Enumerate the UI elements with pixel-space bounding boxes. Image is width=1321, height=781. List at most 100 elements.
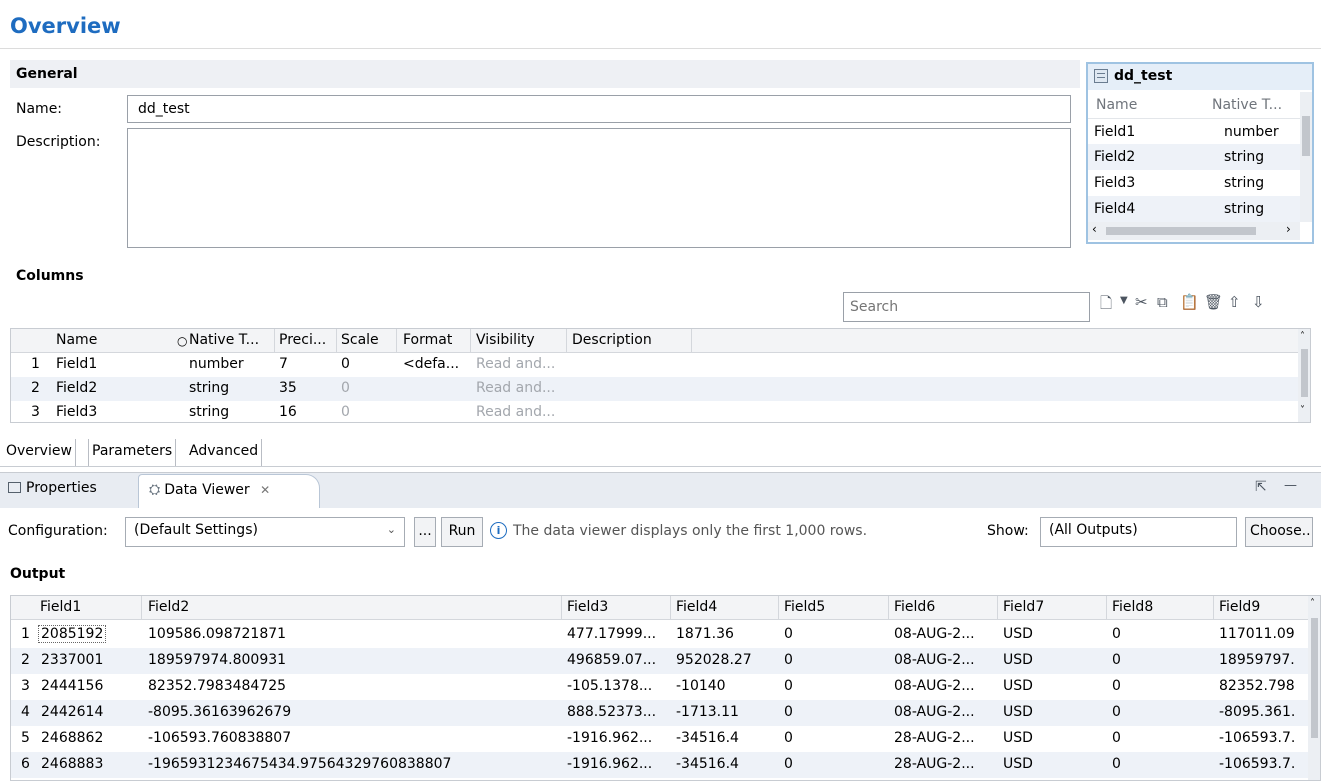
cell-field7[interactable]: USD	[1003, 704, 1033, 720]
cell-field2[interactable]: -1965931234675434.97564329760838807	[148, 756, 558, 772]
schema-col-type-header[interactable]: Native T...	[1212, 97, 1282, 113]
cell-field5[interactable]: 0	[784, 678, 793, 694]
col-header-visibility[interactable]: Visibility	[476, 332, 535, 348]
list-item[interactable]: Field3 string	[1088, 170, 1300, 196]
cell-field9[interactable]: 18959797.	[1219, 652, 1305, 668]
more-button[interactable]: ...	[414, 517, 436, 547]
output-vertical-scrollbar[interactable]: ˄	[1308, 596, 1320, 780]
cell-field6[interactable]: 28-AUG-2...	[894, 756, 975, 772]
tab-data-viewer[interactable]: ⛭ Data Viewer ✕	[138, 474, 320, 508]
tab-advanced[interactable]: Advanced	[186, 439, 263, 466]
list-item[interactable]: Field4 string	[1088, 196, 1300, 222]
cell-native-type[interactable]: string	[189, 380, 229, 396]
cell-visibility[interactable]: Read and...	[476, 356, 555, 372]
cell-field9[interactable]: -8095.361.	[1219, 704, 1305, 720]
table-row[interactable]: 3 Field3 string 16 0 Read and...	[11, 401, 1310, 422]
cell-field6[interactable]: 08-AUG-2...	[894, 626, 975, 642]
new-icon[interactable]: 🗋	[1100, 293, 1112, 318]
scroll-up-icon[interactable]: ˄	[1300, 331, 1305, 342]
cell-native-type[interactable]: number	[189, 356, 244, 372]
out-col-field5[interactable]: Field5	[784, 599, 825, 615]
cell-field6[interactable]: 08-AUG-2...	[894, 652, 975, 668]
move-up-icon[interactable]: ⇧	[1228, 293, 1241, 311]
cell-field8[interactable]: 0	[1112, 652, 1121, 668]
cell-field7[interactable]: USD	[1003, 756, 1033, 772]
cell-field9[interactable]: 117011.09	[1219, 626, 1305, 642]
cell-field1[interactable]: 2442614	[41, 704, 103, 720]
description-textarea[interactable]	[127, 128, 1071, 248]
cell-field3[interactable]: -105.1378...	[567, 678, 652, 694]
table-row[interactable]: 1 Field1 number 7 0 <defa... Read and...	[11, 353, 1310, 377]
table-row[interactable]: 2 2337001 189597974.800931 496859.07... …	[11, 648, 1320, 674]
cell-visibility[interactable]: Read and...	[476, 380, 555, 396]
cell-field2[interactable]: -8095.36163962679	[148, 704, 291, 720]
cell-field4[interactable]: -1713.11	[676, 704, 739, 720]
tab-parameters[interactable]: Parameters	[88, 439, 177, 466]
schema-vertical-scrollbar[interactable]	[1300, 92, 1312, 222]
configuration-select[interactable]: (Default Settings) ⌄	[125, 517, 405, 547]
cell-field5[interactable]: 0	[784, 756, 793, 772]
cell-field5[interactable]: 0	[784, 704, 793, 720]
scroll-right-icon[interactable]: ›	[1286, 222, 1291, 236]
col-header-description[interactable]: Description	[572, 332, 652, 348]
cell-scale[interactable]: 0	[341, 404, 350, 420]
cell-native-type[interactable]: string	[189, 404, 229, 420]
cell-precision[interactable]: 7	[279, 356, 288, 372]
cell-field5[interactable]: 0	[784, 626, 793, 642]
col-header-format[interactable]: Format	[403, 332, 452, 348]
cell-field3[interactable]: 477.17999...	[567, 626, 656, 642]
paste-icon[interactable]: 📋	[1180, 293, 1199, 311]
cell-field4[interactable]: 1871.36	[676, 626, 734, 642]
cell-field6[interactable]: 28-AUG-2...	[894, 730, 975, 746]
cell-field1[interactable]: 2337001	[41, 652, 103, 668]
cut-icon[interactable]: ✂	[1135, 293, 1148, 311]
table-row[interactable]: 6 2468883 -1965931234675434.975643297608…	[11, 752, 1320, 778]
out-col-field7[interactable]: Field7	[1003, 599, 1044, 615]
copy-icon[interactable]: ⧉	[1157, 293, 1168, 311]
cell-field2[interactable]: 189597974.800931	[148, 652, 286, 668]
cell-field4[interactable]: -10140	[676, 678, 726, 694]
out-col-field9[interactable]: Field9	[1219, 599, 1260, 615]
delete-icon[interactable]: 🗑	[1204, 293, 1223, 311]
cell-field3[interactable]: 496859.07...	[567, 652, 656, 668]
cell-field6[interactable]: 08-AUG-2...	[894, 704, 975, 720]
table-row[interactable]: 5 2468862 -106593.760838807 -1916.962...…	[11, 726, 1320, 752]
list-item[interactable]: Field1 number	[1088, 118, 1300, 144]
cell-field7[interactable]: USD	[1003, 652, 1033, 668]
cell-field1[interactable]: 2468883	[41, 756, 103, 772]
table-row[interactable]: 1 2085192 109586.098721871 477.17999... …	[11, 622, 1320, 648]
cell-field1[interactable]: 2444156	[41, 678, 103, 694]
cell-precision[interactable]: 16	[279, 404, 297, 420]
out-col-field2[interactable]: Field2	[148, 599, 189, 615]
search-input[interactable]	[843, 292, 1090, 322]
cell-field6[interactable]: 08-AUG-2...	[894, 678, 975, 694]
col-header-name[interactable]: Name	[56, 332, 97, 348]
cell-field8[interactable]: 0	[1112, 704, 1121, 720]
cell-field3[interactable]: -1916.962...	[567, 730, 652, 746]
schema-col-name-header[interactable]: Name	[1096, 97, 1137, 113]
col-header-scale[interactable]: Scale	[341, 332, 379, 348]
cell-scale[interactable]: 0	[341, 356, 350, 372]
cell-field9[interactable]: -106593.7.	[1219, 756, 1305, 772]
cell-field3[interactable]: 888.52373...	[567, 704, 656, 720]
cell-scale[interactable]: 0	[341, 380, 350, 396]
cell-field1[interactable]: 2468862	[41, 730, 103, 746]
cell-field8[interactable]: 0	[1112, 756, 1121, 772]
cell-field1[interactable]: 2085192	[38, 625, 107, 643]
minimize-icon[interactable]: —	[1284, 478, 1297, 493]
col-header-precision[interactable]: Preci...	[279, 332, 326, 348]
cell-name[interactable]: Field1	[56, 356, 97, 372]
out-col-field4[interactable]: Field4	[676, 599, 717, 615]
tab-overview[interactable]: Overview	[6, 439, 76, 466]
run-button[interactable]: Run	[441, 517, 483, 547]
cell-field3[interactable]: -1916.962...	[567, 756, 652, 772]
cell-field8[interactable]: 0	[1112, 626, 1121, 642]
out-col-field3[interactable]: Field3	[567, 599, 608, 615]
scroll-down-icon[interactable]: ˅	[1300, 405, 1305, 416]
out-col-field6[interactable]: Field6	[894, 599, 935, 615]
cell-field4[interactable]: -34516.4	[676, 756, 739, 772]
schema-horizontal-scrollbar[interactable]: ‹ ›	[1088, 222, 1300, 240]
cell-field2[interactable]: -106593.760838807	[148, 730, 291, 746]
cell-precision[interactable]: 35	[279, 380, 297, 396]
cell-field5[interactable]: 0	[784, 730, 793, 746]
